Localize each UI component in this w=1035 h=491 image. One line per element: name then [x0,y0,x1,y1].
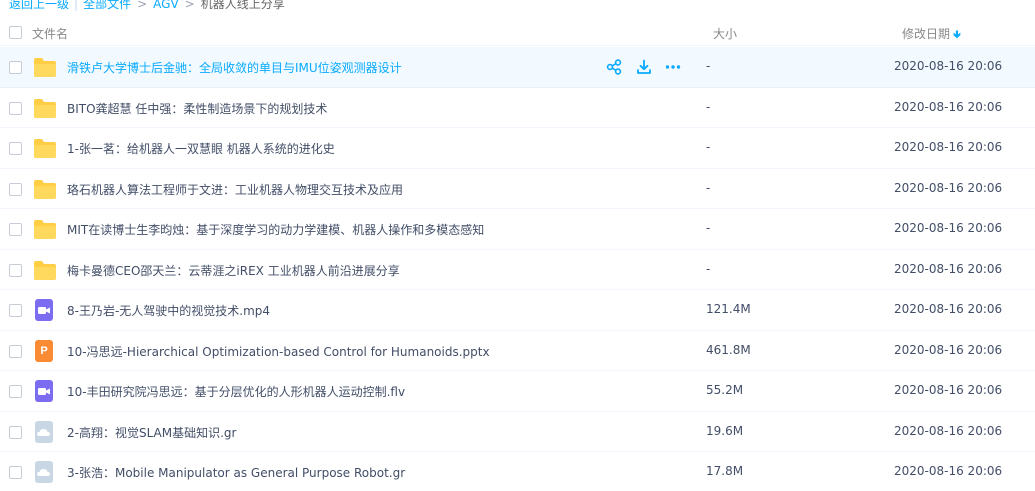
breadcrumb-separator: > [184,0,195,11]
share-icon[interactable] [606,59,622,75]
file-row[interactable]: 3-张浩：Mobile Manipulator as General Purpo… [0,452,1035,491]
file-row[interactable]: BITO龚超慧 任中强：柔性制造场景下的规划技术 - 2020-08-16 20… [0,88,1035,128]
cloud-file-icon [33,461,57,483]
file-row[interactable]: 8-王乃岩-无人驾驶中的视觉技术.mp4 121.4M 2020-08-16 2… [0,290,1035,331]
breadcrumb-all-files[interactable]: 全部文件 [83,0,131,11]
folder-shape [33,259,57,281]
folder-shape [33,97,57,119]
more-icon[interactable] [665,59,681,75]
file-size: 19.6M [706,423,744,438]
video-file-icon [33,299,57,321]
video-tile [35,380,53,402]
row-checkbox[interactable] [9,142,22,155]
row-checkbox[interactable] [9,425,22,439]
row-checkbox[interactable] [9,385,22,398]
file-list-header: 文件名 大小 修改日期 🢃 [0,20,1035,46]
folder-shape [33,218,57,240]
breadcrumb-current: 机器人线上分享 [200,0,285,11]
row-checkbox[interactable] [9,466,22,479]
select-all-checkbox[interactable] [9,26,22,39]
file-list: 滑铁卢大学博士后金驰：全局收敛的单目与IMU位姿观测器设计 - 2020-08-… [0,47,1035,491]
file-date: 2020-08-16 20:06 [894,221,1003,235]
breadcrumb: 返回上一级 | 全部文件 > AGV > 机器人线上分享 [9,0,285,11]
column-header-date-label: 修改日期 [902,27,951,41]
folder-shape [33,56,57,78]
file-name[interactable]: 8-王乃岩-无人驾驶中的视觉技术.mp4 [67,302,270,319]
file-size: - [706,59,711,73]
file-size: 55.2M [706,383,744,397]
video-file-icon [33,380,57,402]
ppt-file-icon: P [33,339,57,362]
file-date: 2020-08-16 20:06 [894,383,1003,397]
file-row[interactable]: P 10-冯思远-Hierarchical Optimization-based… [0,331,1035,371]
file-date: 2020-08-16 20:06 [894,261,1003,276]
file-name[interactable]: BITO龚超慧 任中强：柔性制造场景下的规划技术 [67,100,327,117]
file-name[interactable]: MIT在读博士生李昀烛：基于深度学习的动力学建模、机器人操作和多模态感知 [67,221,484,238]
video-tile [35,299,53,321]
file-name[interactable]: 3-张浩：Mobile Manipulator as General Purpo… [67,464,405,481]
folder-icon [33,56,57,78]
download-icon[interactable] [636,59,652,75]
file-row[interactable]: 1-张一茗：给机器人一双慧眼 机器人系统的进化史 - 2020-08-16 20… [0,128,1035,169]
file-row[interactable]: 10-丰田研究院冯思远：基于分层优化的人形机器人运动控制.flv 55.2M 2… [0,371,1035,412]
folder-icon [33,97,57,119]
file-date: 2020-08-16 20:06 [894,180,1003,195]
file-size: - [706,180,711,195]
file-row[interactable]: 珞石机器人算法工程师于文进：工业机器人物理交互技术及应用 - 2020-08-1… [0,169,1035,209]
file-date: 2020-08-16 20:06 [894,423,1003,438]
file-size: - [706,140,711,154]
row-checkbox[interactable] [9,182,22,196]
row-checkbox[interactable] [9,263,22,277]
file-date: 2020-08-16 20:06 [894,59,1003,73]
file-row[interactable]: MIT在读博士生李昀烛：基于深度学习的动力学建模、机器人操作和多模态感知 - 2… [0,209,1035,250]
cloud-tile [35,420,53,443]
sort-down-icon[interactable]: 🢃 [953,28,961,41]
row-checkbox[interactable] [9,344,22,358]
file-date: 2020-08-16 20:06 [894,99,1003,114]
breadcrumb-separator: > [137,0,148,11]
folder-icon [33,178,57,200]
file-name[interactable]: 梅卡曼德CEO邵天兰：云蒂涯之iREX 工业机器人前沿进展分享 [67,262,400,279]
column-header-date[interactable]: 修改日期 🢃 [902,25,961,45]
column-header-name[interactable]: 文件名 [32,25,68,42]
cloud-file-icon [33,420,57,443]
file-size: - [706,99,711,114]
file-row[interactable]: 滑铁卢大学博士后金驰：全局收敛的单目与IMU位姿观测器设计 - 2020-08-… [0,47,1035,88]
cloud-tile [35,461,53,483]
file-row[interactable]: 2-高翔：视觉SLAM基础知识.gr 19.6M 2020-08-16 20:0… [0,412,1035,452]
row-checkbox[interactable] [9,101,22,115]
column-header-size[interactable]: 大小 [713,25,737,42]
folder-icon [33,259,57,281]
file-date: 2020-08-16 20:06 [894,140,1003,154]
row-checkbox[interactable] [9,304,22,317]
folder-icon [33,137,57,159]
folder-shape [33,178,57,200]
breadcrumb-divider: | [74,0,79,11]
file-size: 461.8M [706,342,751,357]
breadcrumb-agv[interactable]: AGV [153,0,179,11]
file-name[interactable]: 珞石机器人算法工程师于文进：工业机器人物理交互技术及应用 [67,181,403,198]
file-name[interactable]: 1-张一茗：给机器人一双慧眼 机器人系统的进化史 [67,140,335,157]
file-date: 2020-08-16 20:06 [894,342,1003,357]
folder-shape [33,137,57,159]
file-name[interactable]: 滑铁卢大学博士后金驰：全局收敛的单目与IMU位姿观测器设计 [67,59,402,76]
row-checkbox[interactable] [9,223,22,236]
file-name[interactable]: 2-高翔：视觉SLAM基础知识.gr [67,424,236,441]
file-date: 2020-08-16 20:06 [894,464,1003,478]
file-name[interactable]: 10-丰田研究院冯思远：基于分层优化的人形机器人运动控制.flv [67,383,405,400]
file-name[interactable]: 10-冯思远-Hierarchical Optimization-based C… [67,343,490,360]
file-size: - [706,221,711,235]
ppt-tile: P [35,339,53,362]
file-size: - [706,261,711,276]
file-size: 121.4M [706,302,751,316]
file-date: 2020-08-16 20:06 [894,302,1003,316]
folder-icon [33,218,57,240]
back-link[interactable]: 返回上一级 [9,0,69,11]
file-size: 17.8M [706,464,744,478]
row-checkbox[interactable] [9,61,22,74]
file-row[interactable]: 梅卡曼德CEO邵天兰：云蒂涯之iREX 工业机器人前沿进展分享 - 2020-0… [0,250,1035,290]
